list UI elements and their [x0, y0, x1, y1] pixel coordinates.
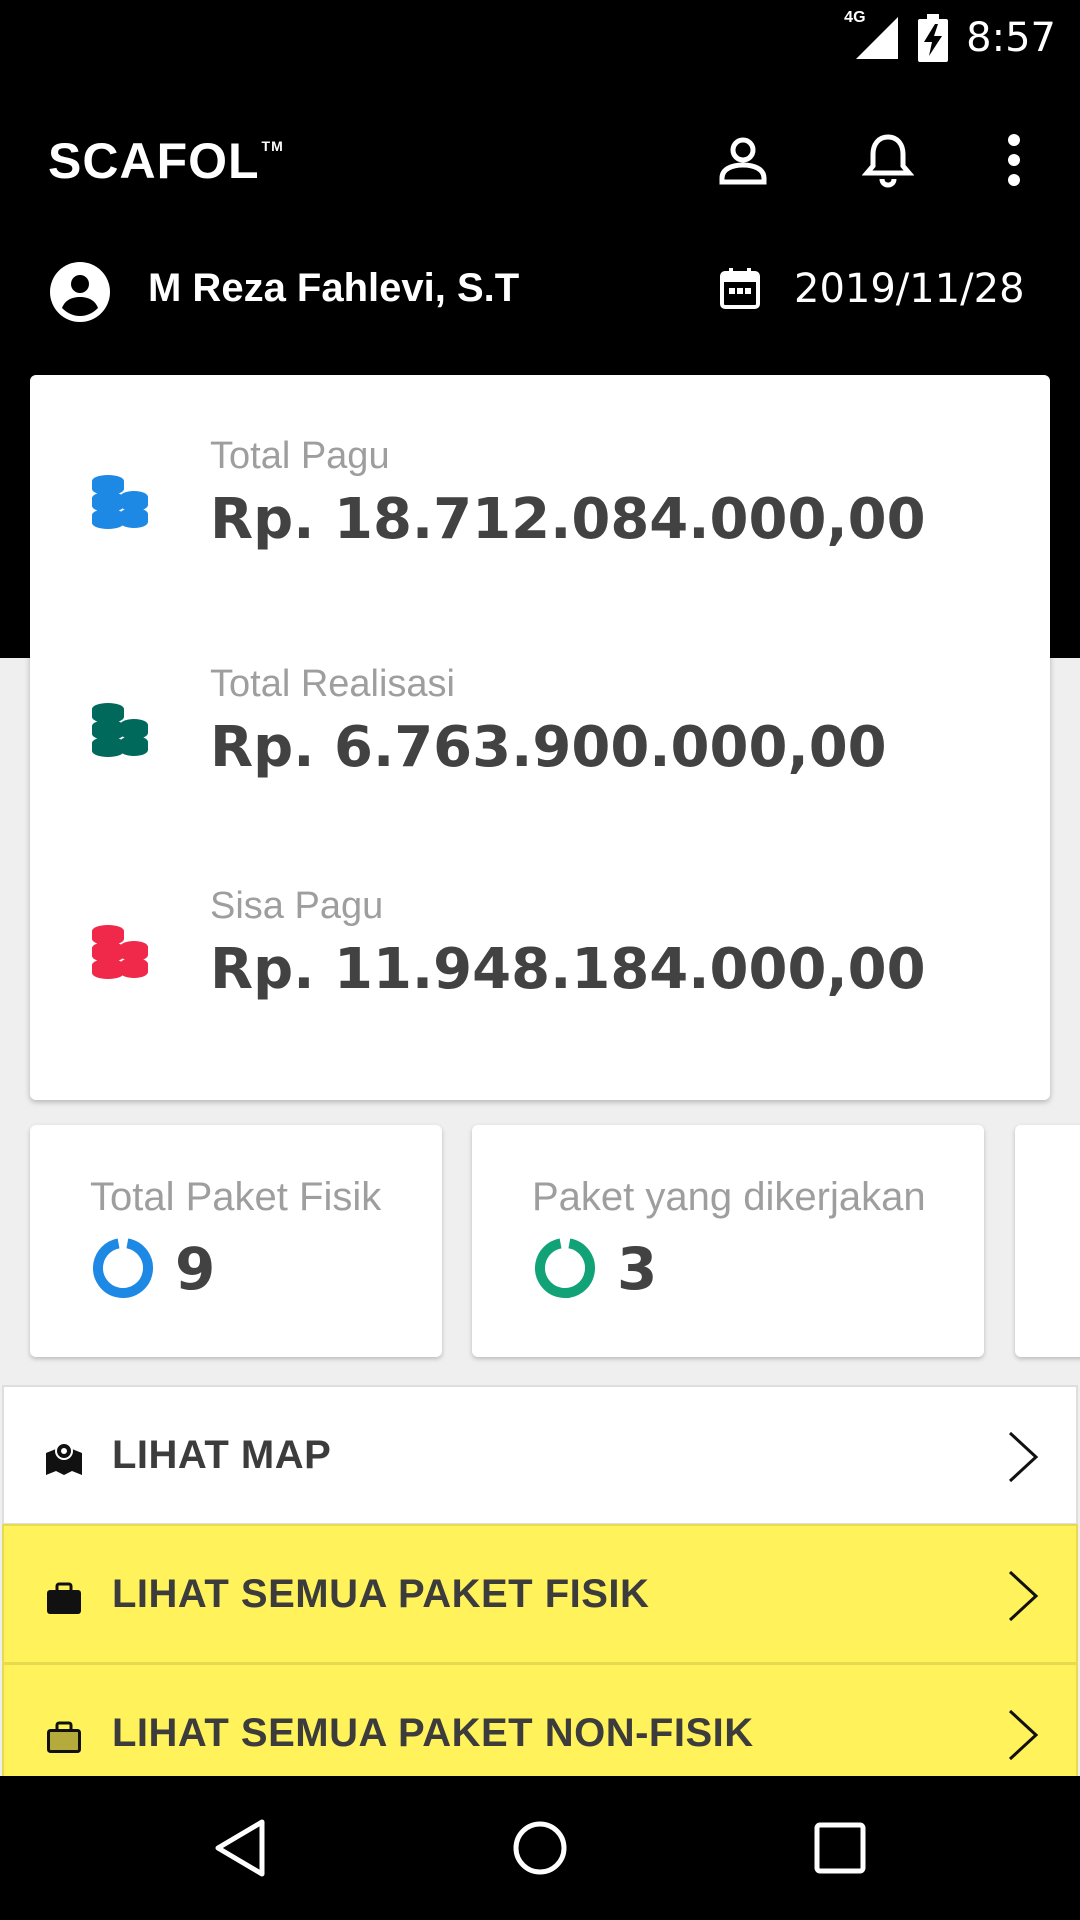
stat-card-total-paket-fisik[interactable]: Total Paket Fisik 9 [30, 1125, 442, 1357]
profile-icon[interactable] [713, 130, 773, 190]
recents-icon[interactable] [800, 1808, 880, 1888]
signal-icon: 4G [844, 9, 900, 63]
chevron-right-icon [1002, 1566, 1042, 1626]
summary-label: Total Realisasi [210, 663, 455, 705]
stat-value: 3 [617, 1235, 658, 1303]
menu-label: LIHAT MAP [112, 1433, 332, 1477]
summary-value: Rp. 18.712.084.000,00 [210, 487, 926, 552]
summary-row-sisa-pagu: Sisa Pagu Rp. 11.948.184.000,00 [30, 885, 1050, 1045]
chevron-right-icon [1002, 1427, 1042, 1487]
stat-value: 9 [175, 1235, 216, 1303]
summary-row-total-pagu: Total Pagu Rp. 18.712.084.000,00 [30, 435, 1050, 595]
coins-stack-icon [88, 699, 152, 763]
menu-label: LIHAT SEMUA PAKET FISIK [112, 1572, 650, 1616]
summary-label: Total Pagu [210, 435, 390, 477]
account-circle-icon [50, 262, 110, 322]
app-bar: SCAFOL TM [0, 110, 1080, 210]
stat-label: Paket yang dikerjakan [532, 1175, 926, 1219]
briefcase-outline-icon [44, 1717, 84, 1757]
notification-bell-icon[interactable] [858, 130, 918, 190]
back-icon[interactable] [200, 1808, 280, 1888]
app-logo: SCAFOL TM [48, 133, 284, 189]
summary-row-total-realisasi: Total Realisasi Rp. 6.763.900.000,00 [30, 663, 1050, 823]
progress-ring-icon [92, 1237, 154, 1299]
user-name: M Reza Fahlevi, S.T [148, 266, 520, 310]
battery-charging-icon [918, 14, 949, 62]
coins-stack-icon [88, 921, 152, 985]
more-vert-icon[interactable] [984, 130, 1044, 190]
menu-item-lihat-map[interactable]: LIHAT MAP [2, 1385, 1078, 1525]
user-info-row: M Reza Fahlevi, S.T 2019/11/28 [0, 250, 1080, 330]
clock: 8:57 [966, 15, 1056, 61]
network-type: 4G [844, 9, 866, 26]
summary-value: Rp. 11.948.184.000,00 [210, 937, 926, 1002]
system-navigation-bar [0, 1776, 1080, 1920]
budget-summary-card: Total Pagu Rp. 18.712.084.000,00 Total R… [30, 375, 1050, 1100]
stat-card-paket-dikerjakan[interactable]: Paket yang dikerjakan 3 [472, 1125, 984, 1357]
current-date: 2019/11/28 [794, 266, 1025, 312]
stat-card-partial[interactable] [1015, 1125, 1080, 1357]
menu-item-paket-fisik[interactable]: LIHAT SEMUA PAKET FISIK [2, 1524, 1078, 1664]
map-pin-icon [44, 1439, 84, 1479]
briefcase-icon [44, 1578, 84, 1618]
status-bar: 4G 8:57 [0, 0, 1080, 76]
stat-label: Total Paket Fisik [90, 1175, 382, 1219]
home-icon[interactable] [500, 1808, 580, 1888]
menu-label: LIHAT SEMUA PAKET NON-FISIK [112, 1711, 754, 1755]
calendar-icon [718, 266, 762, 310]
coins-stack-icon [88, 471, 152, 535]
progress-ring-icon [534, 1237, 596, 1299]
chevron-right-icon [1002, 1705, 1042, 1765]
summary-label: Sisa Pagu [210, 885, 384, 927]
summary-value: Rp. 6.763.900.000,00 [210, 715, 887, 780]
